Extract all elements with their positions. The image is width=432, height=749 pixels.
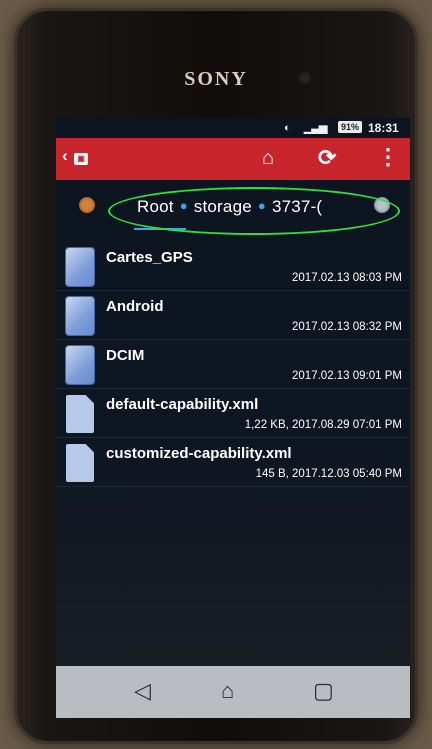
file-name: customized-capability.xml (106, 445, 292, 462)
list-item[interactable]: DCIM 2017.02.13 09:01 PM (56, 340, 410, 389)
file-name: default-capability.xml (106, 396, 259, 413)
file-meta: 2017.02.13 08:03 PM (292, 272, 402, 284)
folder-icon (66, 248, 94, 286)
recents-icon[interactable]: ▢ (313, 678, 334, 704)
system-nav-bar: ◁ ⌂ ▢ (56, 666, 410, 718)
file-name: Cartes_GPS (106, 249, 193, 266)
file-meta: 2017.02.13 08:32 PM (292, 321, 402, 333)
home-button-icon[interactable]: ⌂ (221, 678, 234, 704)
file-list: Cartes_GPS 2017.02.13 08:03 PM Android 2… (56, 242, 410, 487)
file-icon (66, 395, 94, 433)
list-item[interactable]: default-capability.xml 1,22 KB, 2017.08.… (56, 389, 410, 438)
app-logo-icon[interactable]: ▣ (74, 153, 88, 165)
home-icon[interactable]: ⌂ (262, 147, 274, 170)
file-meta: 145 B, 2017.12.03 05:40 PM (255, 468, 402, 480)
navigate-up-icon[interactable]: ‹ (62, 146, 68, 166)
folder-icon (66, 297, 94, 335)
file-name: Android (106, 298, 164, 315)
list-item[interactable]: customized-capability.xml 145 B, 2017.12… (56, 438, 410, 487)
list-item[interactable]: Cartes_GPS 2017.02.13 08:03 PM (56, 242, 410, 291)
list-item[interactable]: Android 2017.02.13 08:32 PM (56, 291, 410, 340)
front-camera (298, 71, 312, 85)
back-icon[interactable]: ◁ (134, 678, 151, 704)
status-bar: ◐ ▁▃▅ 91% 18:31 (56, 118, 410, 138)
clock: 18:31 (368, 121, 399, 135)
file-meta: 2017.02.13 09:01 PM (292, 370, 402, 382)
file-name: DCIM (106, 347, 145, 364)
battery-indicator: 91% (338, 121, 363, 133)
brand-logo: SONY (184, 68, 248, 90)
bookmark-icon[interactable] (79, 197, 95, 213)
refresh-icon[interactable]: ⟳ (318, 145, 336, 171)
vibrate-icon: ◐ (284, 122, 291, 134)
file-icon (66, 444, 94, 482)
folder-icon (66, 346, 94, 384)
highlight-annotation (108, 187, 400, 235)
app-toolbar: ‹ ▣ ⌂ ⟳ ⋮ (56, 138, 410, 180)
signal-icon: ▁▃▅ (304, 122, 327, 134)
more-vert-icon[interactable]: ⋮ (377, 144, 399, 170)
file-meta: 1,22 KB, 2017.08.29 07:01 PM (244, 419, 402, 431)
